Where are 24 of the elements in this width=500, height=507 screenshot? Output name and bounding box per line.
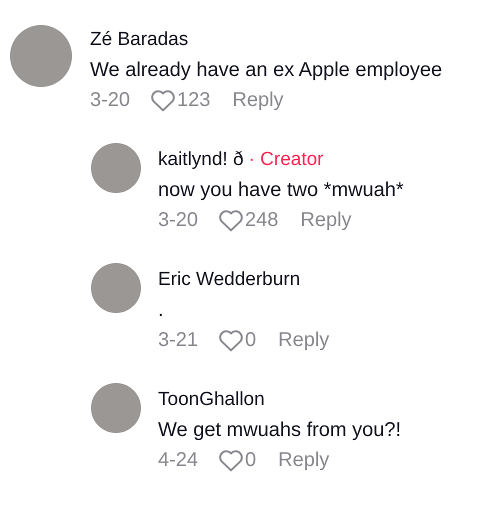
comment-text: We already have an ex Apple employee [90,58,442,83]
heart-icon[interactable] [150,88,176,112]
like-count: 0 [245,448,256,473]
username[interactable]: Zé Baradas [90,26,188,54]
like-count: 248 [245,208,278,233]
comment-date: 4-24 [158,448,200,473]
comment-date: 3-21 [158,328,200,353]
username[interactable]: kaitlynd! ð [158,146,244,174]
like-count: 0 [245,328,256,353]
comment-text: now you have two *mwuah* [158,178,404,203]
username[interactable]: ToonGhallon [158,386,265,414]
avatar-photo-placeholder[interactable] [91,383,141,433]
avatar-photo-placeholder[interactable] [91,263,141,313]
comment-date: 3-20 [158,208,200,233]
heart-icon[interactable] [218,208,244,232]
like-count: 123 [177,88,210,113]
username[interactable]: Eric Wedderburn [158,266,300,294]
heart-icon[interactable] [218,448,244,472]
avatar-photo-placeholder[interactable] [91,143,141,193]
comment-text: . [158,298,164,323]
creator-label: · Creator [248,148,324,172]
heart-icon[interactable] [218,328,244,352]
comment-date: 3-20 [90,88,132,113]
comment-text: We get mwuahs from you?! [158,418,402,443]
